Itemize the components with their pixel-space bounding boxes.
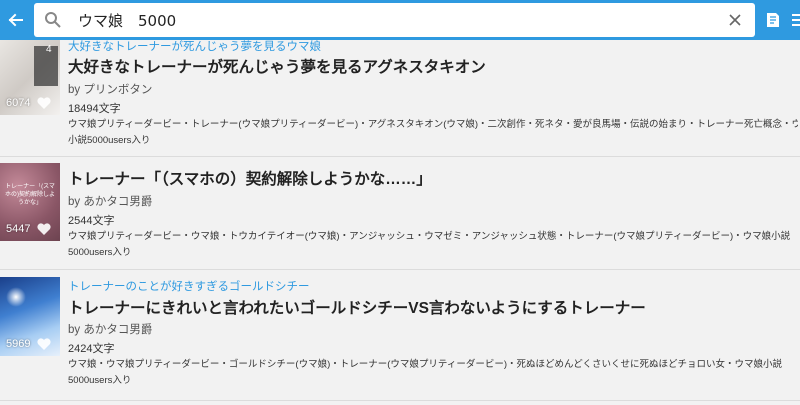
back-button[interactable] [0,0,30,40]
result-item[interactable]: 4 6074 大好きなトレーナーが死んじゃう夢を見るウマ娘 大好きなトレーナーが… [0,40,800,157]
more-icon[interactable] [792,12,800,28]
tag-list-overflow[interactable]: 5000users入り [68,372,131,386]
tag-list-overflow[interactable]: 小説5000users入り [68,132,150,146]
heart-icon[interactable] [36,221,52,236]
search-results-list: 4 6074 大好きなトレーナーが死んじゃう夢を見るウマ娘 大好きなトレーナーが… [0,40,800,405]
character-count: 18494文字 [68,103,121,115]
series-title[interactable]: トレーナーのことが好きすぎるゴールドシチー [68,278,310,294]
search-icon [45,12,61,28]
search-input[interactable] [74,7,718,33]
result-item[interactable]: 5969 トレーナーのことが好きすぎるゴールドシチー トレーナーにきれいと言われ… [0,270,800,401]
series-title[interactable]: 大好きなトレーナーが死んじゃう夢を見るウマ娘 [68,40,321,54]
close-icon[interactable] [727,12,743,28]
result-item[interactable]: トレーナー「(スマホの)契約解除しようかな」 5447 トレーナー「（スマホの）… [0,157,800,270]
bookmark-count: 5447 [6,223,31,235]
tag-list[interactable]: ウマ娘プリティーダービー・トレーナー(ウマ娘プリティーダービー)・アグネスタキオ… [68,117,798,132]
thumbnail: トレーナー「(スマホの)契約解除しようかな」 5447 [0,163,60,241]
bookmark-count: 5969 [6,338,31,350]
book-icon[interactable] [764,11,782,29]
thumbnail: 5969 [0,277,60,356]
author-name[interactable]: by プリンボタン [68,81,152,97]
author-name[interactable]: by あかタコ男爵 [68,321,152,337]
app-toolbar [0,0,800,40]
thumbnail-label: トレーナー「(スマホの)契約解除しようかな」 [5,184,55,206]
heart-icon[interactable] [36,336,52,351]
character-count: 2424文字 [68,343,115,355]
novel-title[interactable]: トレーナーにきれいと言われたいゴールドシチーVS言わないようにするトレーナー [68,296,646,318]
author-name[interactable]: by あかタコ男爵 [68,193,152,209]
arrow-left-icon [8,13,23,27]
thumbnail-label: 4 [46,44,52,55]
novel-title[interactable]: トレーナー「（スマホの）契約解除しようかな……」 [68,167,432,189]
novel-title[interactable]: 大好きなトレーナーが死んじゃう夢を見るアグネスタキオン [68,55,486,77]
character-count: 2544文字 [68,215,115,227]
thumbnail: 4 6074 [0,40,60,115]
bookmark-count: 6074 [6,97,31,109]
tag-list[interactable]: ウマ娘・ウマ娘プリティーダービー・ゴールドシチー(ウマ娘)・トレーナー(ウマ娘プ… [68,357,798,372]
heart-icon[interactable] [36,95,52,110]
tag-list-overflow[interactable]: 5000users入り [68,244,131,258]
search-box[interactable] [34,3,755,37]
tag-list[interactable]: ウマ娘プリティーダービー・ウマ娘・トウカイテイオー(ウマ娘)・アンジャッシュ・ウ… [68,229,798,244]
